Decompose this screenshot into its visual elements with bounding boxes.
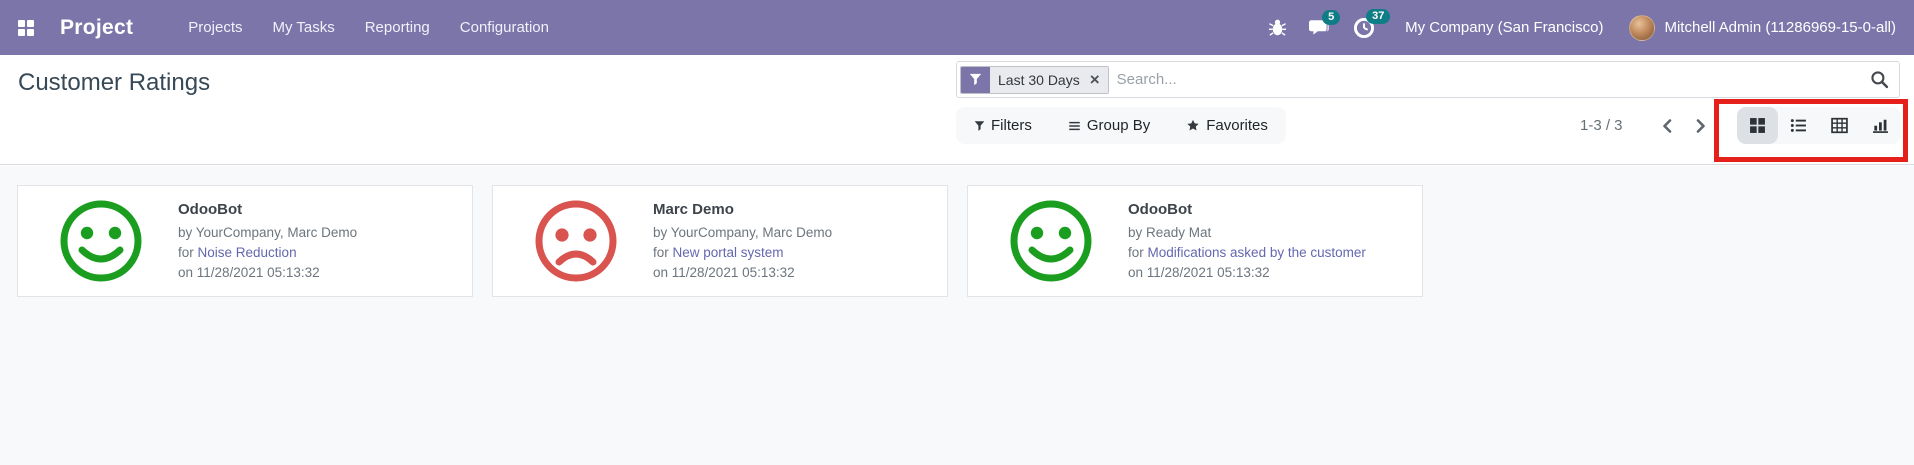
view-list-button[interactable] bbox=[1778, 107, 1819, 144]
happy-rating-icon bbox=[1010, 200, 1092, 282]
top-navbar: Project Projects My Tasks Reporting Conf… bbox=[0, 0, 1914, 55]
rating-card[interactable]: OdooBot by YourCompany, Marc Demo for No… bbox=[17, 185, 473, 297]
rating-task-link[interactable]: New portal system bbox=[673, 245, 784, 260]
rating-by-line: by Ready Mat bbox=[1128, 225, 1212, 240]
user-menu[interactable]: Mitchell Admin (11286969-15-0-all) bbox=[1664, 19, 1896, 36]
filter-dropdown-group: Filters Group By Favorites bbox=[956, 107, 1286, 144]
app-brand[interactable]: Project bbox=[60, 16, 133, 40]
rating-card[interactable]: OdooBot by Ready Mat for Modifications a… bbox=[967, 185, 1423, 297]
filters-button[interactable]: Filters bbox=[956, 107, 1050, 144]
rating-card-text: Marc Demo by YourCompany, Marc Demo for … bbox=[653, 199, 832, 283]
rating-card-text: OdooBot by Ready Mat for Modifications a… bbox=[1128, 199, 1366, 283]
kanban-view-icon bbox=[1750, 118, 1765, 133]
company-switcher[interactable]: My Company (San Francisco) bbox=[1405, 19, 1603, 36]
rating-for-line: for Noise Reduction bbox=[178, 245, 297, 260]
view-pivot-button[interactable] bbox=[1819, 107, 1860, 144]
rating-for-line: for Modifications asked by the customer bbox=[1128, 245, 1366, 260]
sad-rating-icon bbox=[535, 200, 617, 282]
systray: 5 37 My Company (San Francisco) Mitchell… bbox=[1246, 8, 1896, 41]
pivot-view-icon bbox=[1831, 117, 1848, 134]
view-switcher bbox=[1737, 107, 1901, 144]
group-by-bars-icon bbox=[1069, 121, 1080, 130]
search-input[interactable] bbox=[1108, 71, 1870, 88]
group-by-label: Group By bbox=[1086, 117, 1151, 134]
control-panel: Customer Ratings Last 30 Days × Search..… bbox=[0, 55, 1914, 165]
pager-next-icon[interactable] bbox=[1684, 114, 1717, 138]
favorites-label: Favorites bbox=[1206, 117, 1268, 134]
group-by-button[interactable]: Group By bbox=[1050, 107, 1168, 144]
filters-label: Filters bbox=[991, 117, 1032, 134]
rating-task-link[interactable]: Noise Reduction bbox=[198, 245, 297, 260]
rating-date-line: on 11/28/2021 05:13:32 bbox=[1128, 265, 1270, 280]
nav-item-projects[interactable]: Projects bbox=[173, 1, 257, 54]
apps-menu-icon[interactable] bbox=[18, 19, 34, 36]
messages-icon[interactable]: 5 bbox=[1309, 9, 1341, 38]
search-options-row: Filters Group By Favorites bbox=[956, 107, 1286, 144]
pager: 1-3 / 3 bbox=[1580, 107, 1717, 144]
activities-clock-icon[interactable]: 37 bbox=[1353, 8, 1391, 39]
page-title: Customer Ratings bbox=[18, 69, 211, 96]
graph-view-icon bbox=[1873, 119, 1888, 133]
pager-range: 1-3 / 3 bbox=[1580, 117, 1623, 134]
rating-card[interactable]: Marc Demo by YourCompany, Marc Demo for … bbox=[492, 185, 948, 297]
favorites-button[interactable]: Favorites bbox=[1168, 107, 1286, 144]
nav-item-configuration[interactable]: Configuration bbox=[445, 1, 564, 54]
rating-date-line: on 11/28/2021 05:13:32 bbox=[653, 265, 795, 280]
happy-rating-icon bbox=[60, 200, 142, 282]
user-avatar[interactable] bbox=[1629, 14, 1656, 41]
nav-item-my-tasks[interactable]: My Tasks bbox=[257, 1, 349, 54]
search-icon[interactable] bbox=[1870, 70, 1889, 89]
rating-author-name: OdooBot bbox=[1128, 201, 1193, 218]
facet-filter-icon bbox=[961, 66, 990, 93]
rating-by-line: by YourCompany, Marc Demo bbox=[653, 225, 833, 240]
kanban-content-area: OdooBot by YourCompany, Marc Demo for No… bbox=[0, 166, 1914, 465]
facet-remove-icon[interactable]: × bbox=[1087, 66, 1108, 93]
rating-date-line: on 11/28/2021 05:13:32 bbox=[178, 265, 320, 280]
rating-task-link[interactable]: Modifications asked by the customer bbox=[1148, 245, 1366, 260]
facet-label: Last 30 Days bbox=[990, 66, 1088, 93]
filter-funnel-icon bbox=[974, 120, 985, 131]
rating-card-text: OdooBot by YourCompany, Marc Demo for No… bbox=[178, 199, 357, 283]
search-facet: Last 30 Days × bbox=[960, 65, 1109, 94]
activities-count-badge: 37 bbox=[1366, 8, 1391, 24]
view-kanban-button[interactable] bbox=[1737, 107, 1778, 144]
rating-author-name: OdooBot bbox=[178, 201, 243, 218]
rating-card-row: OdooBot by YourCompany, Marc Demo for No… bbox=[17, 185, 1423, 297]
list-view-icon bbox=[1790, 119, 1806, 132]
messages-count-badge: 5 bbox=[1322, 9, 1341, 25]
pager-previous-icon[interactable] bbox=[1651, 114, 1684, 138]
rating-by-line: by YourCompany, Marc Demo bbox=[178, 225, 358, 240]
view-graph-button[interactable] bbox=[1860, 107, 1901, 144]
rating-for-line: for New portal system bbox=[653, 245, 784, 260]
rating-author-name: Marc Demo bbox=[653, 201, 734, 218]
search-bar[interactable]: Last 30 Days × bbox=[956, 61, 1900, 98]
nav-item-reporting[interactable]: Reporting bbox=[350, 1, 445, 54]
app-window: Project Projects My Tasks Reporting Conf… bbox=[0, 0, 1914, 465]
debug-bug-icon[interactable] bbox=[1268, 18, 1287, 37]
favorites-star-icon bbox=[1187, 119, 1199, 131]
